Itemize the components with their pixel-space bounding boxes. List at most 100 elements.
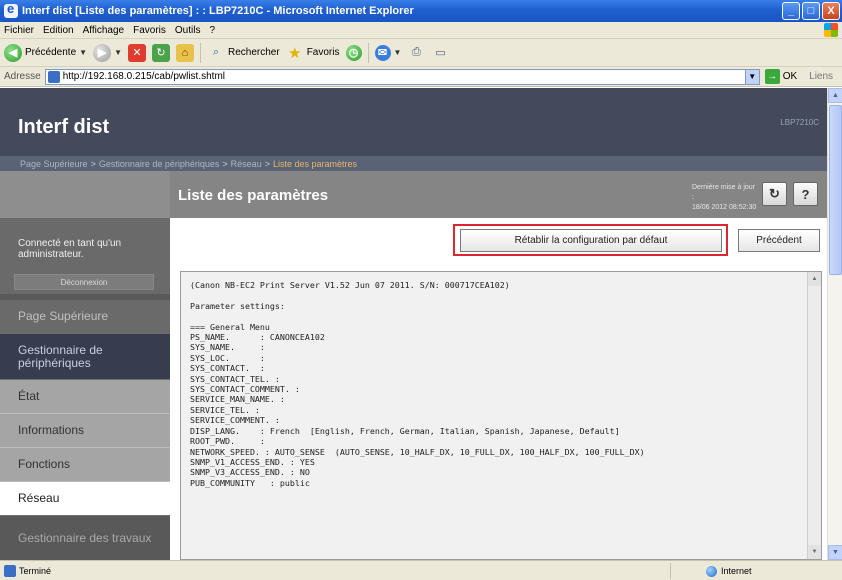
breadcrumb-link-network[interactable]: Réseau <box>231 159 262 169</box>
page-title: Liste des paramètres <box>178 187 329 204</box>
parameter-line: SNMP_V3_ACCESS_END. : NO <box>190 467 310 478</box>
parameter-list-box[interactable]: (Canon NB-EC2 Print Server V1.52 Jun 07 … <box>180 271 822 560</box>
address-bar: Adresse http://192.168.0.215/cab/pwlist.… <box>0 67 842 87</box>
last-update: Dernière mise à jour : 18/06 2012 08:52:… <box>692 183 758 213</box>
menu-bar: Fichier Edition Affichage Favoris Outils… <box>0 22 842 39</box>
minimize-button[interactable]: _ <box>782 2 800 20</box>
chevron-down-icon: ▼ <box>114 48 122 57</box>
maximize-button[interactable]: □ <box>802 2 820 20</box>
refresh-icon: ↻ <box>769 186 780 201</box>
zone-label: Internet <box>721 566 752 576</box>
edit-icon[interactable]: ▭ <box>431 44 449 62</box>
refresh-button[interactable]: ↻ <box>762 182 787 206</box>
help-button[interactable]: ? <box>793 182 818 206</box>
main-content: Rétablir la configuration par défaut Pré… <box>170 218 827 560</box>
parameter-line <box>190 311 645 321</box>
page-scrollbar[interactable]: ▲ ▼ <box>827 88 842 560</box>
parameter-line: SERVICE_MAN_NAME. : <box>190 394 285 405</box>
back-label: Précédente <box>25 47 77 58</box>
search-button[interactable]: ⌕ Rechercher <box>207 42 280 64</box>
search-icon: ⌕ <box>212 46 220 58</box>
sidebar-item-device-manager[interactable]: Gestionnaire de périphériques <box>0 334 170 380</box>
chevron-down-icon: ▼ <box>393 48 402 57</box>
breadcrumb-separator: > <box>264 158 270 169</box>
sidebar: Connecté en tant qu'un administrateur. D… <box>0 218 170 562</box>
scroll-down-icon[interactable]: ▼ <box>808 545 821 559</box>
site-logo: Interf dist <box>18 116 110 138</box>
menu-file[interactable]: Fichier <box>4 25 34 36</box>
close-button[interactable]: X <box>822 2 840 20</box>
back-button[interactable]: ◀ Précédente ▼ <box>4 42 87 64</box>
parameter-list-text: (Canon NB-EC2 Print Server V1.52 Jun 07 … <box>190 280 645 488</box>
menu-help[interactable]: ? <box>209 25 215 36</box>
parameter-line: PS_NAME. : CANONCEA102 <box>190 332 325 343</box>
restore-defaults-button[interactable]: Rétablir la configuration par défaut <box>460 229 722 252</box>
sidebar-item-network[interactable]: Réseau <box>0 482 170 516</box>
parameter-line: ROOT_PWD. : <box>190 436 265 447</box>
links-button[interactable]: Liens <box>809 71 833 82</box>
parameter-line: DISP_LANG. : French [English, French, Ge… <box>190 425 620 436</box>
mail-button[interactable]: ✉ ▼ <box>374 42 402 64</box>
menu-tools[interactable]: Outils <box>175 25 201 36</box>
star-icon: ★ <box>287 44 302 62</box>
refresh-icon[interactable]: ↻ <box>152 43 170 62</box>
chevron-down-icon[interactable]: ▼ <box>744 69 759 84</box>
mail-icon: ✉ <box>374 44 391 61</box>
window-controls: _ □ X <box>782 2 840 20</box>
toolbar-separator <box>367 42 369 63</box>
last-update-label: Dernière mise à jour : <box>692 184 756 201</box>
menu-favorites[interactable]: Favoris <box>133 25 166 36</box>
toolbar-separator <box>200 42 201 63</box>
log-scrollbar[interactable]: ▲ ▼ <box>807 272 821 559</box>
last-update-value: 18/06 2012 08:52:30 <box>692 204 757 211</box>
logout-button[interactable]: Déconnexion <box>14 274 154 290</box>
favorites-button[interactable]: ★ Favoris <box>286 42 340 64</box>
parameter-line: SNMP_V1_ACCESS_END. : YES <box>190 456 315 467</box>
sidebar-item-top-page[interactable]: Page Supérieure <box>0 300 170 334</box>
globe-icon <box>706 565 717 577</box>
go-button[interactable]: → OK <box>764 69 798 84</box>
menu-view[interactable]: Affichage <box>83 25 125 36</box>
sidebar-item-functions[interactable]: Fonctions <box>0 448 170 482</box>
chevron-down-icon: ▼ <box>79 48 88 57</box>
scrollbar-thumb[interactable] <box>829 105 842 275</box>
go-arrow-icon: → <box>764 69 780 84</box>
home-icon[interactable]: ⌂ <box>176 43 194 62</box>
history-icon[interactable]: ◷ <box>345 44 362 61</box>
status-bar: Terminé Internet <box>0 560 842 580</box>
parameter-line: === General Menu <box>190 321 270 332</box>
parameter-line: SYS_NAME. : <box>190 342 265 353</box>
window-title: Interf dist [Liste des paramètres] : : L… <box>22 5 414 17</box>
status-left: Terminé <box>0 564 52 577</box>
printer-name: LBP7210C <box>780 118 819 127</box>
address-input[interactable]: http://192.168.0.215/cab/pwlist.shtml ▼ <box>44 68 760 85</box>
windows-logo-icon <box>824 23 838 37</box>
security-zone: Internet <box>670 563 840 579</box>
breadcrumb-current: Liste des paramètres <box>272 158 358 169</box>
breadcrumb-link-top[interactable]: Page Supérieure <box>20 159 88 169</box>
sidebar-item-status[interactable]: État <box>0 380 170 414</box>
parameter-line: Parameter settings: <box>190 300 285 311</box>
scroll-down-icon[interactable]: ▼ <box>828 545 842 560</box>
breadcrumb-link-device-manager[interactable]: Gestionnaire de périphériques <box>99 159 220 169</box>
browser-toolbar: ◀ Précédente ▼ ▶ ▼ ✕ ↻ ⌂ ⌕ Rechercher ★ … <box>0 39 842 67</box>
address-label: Adresse <box>4 71 41 82</box>
back-arrow-icon: ◀ <box>4 43 22 62</box>
parameter-line: (Canon NB-EC2 Print Server V1.52 Jun 07 … <box>190 280 510 290</box>
sidebar-item-job-manager[interactable]: Gestionnaire des travaux <box>0 516 170 562</box>
menu-edit[interactable]: Edition <box>43 25 74 36</box>
print-icon[interactable]: ⎙ <box>407 44 425 62</box>
previous-button[interactable]: Précédent <box>738 229 820 252</box>
parameter-line <box>190 290 645 300</box>
parameter-line: SYS_CONTACT. : <box>190 363 265 374</box>
scroll-up-icon[interactable]: ▲ <box>808 272 821 286</box>
forward-button[interactable]: ▶ ▼ <box>93 42 122 64</box>
status-text: Terminé <box>19 565 52 576</box>
stop-icon[interactable]: ✕ <box>128 43 146 62</box>
scroll-up-icon[interactable]: ▲ <box>828 88 842 103</box>
site-header: Interf dist LBP7210C <box>0 88 827 156</box>
page-heading-band: Liste des paramètres Dernière mise à jou… <box>0 171 827 218</box>
parameter-line: SYS_CONTACT_COMMENT. : <box>190 384 300 395</box>
go-label: OK <box>782 71 798 82</box>
sidebar-item-information[interactable]: Informations <box>0 414 170 448</box>
